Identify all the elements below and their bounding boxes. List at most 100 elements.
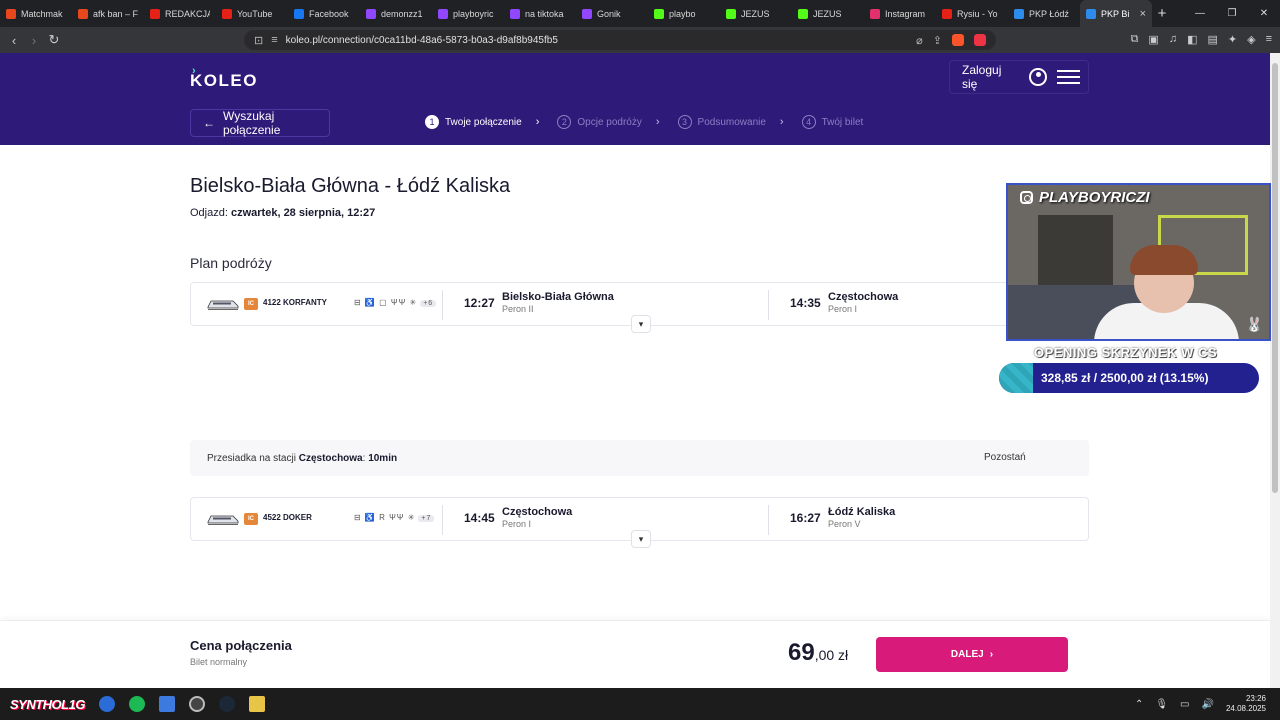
url-text[interactable]: koleo.pl/connection/c0ca11bd-48a6-5873-b… (286, 35, 558, 46)
synthol-logo[interactable]: SYNTHOL1G (10, 697, 85, 712)
step-label: Twój bilet (821, 116, 864, 128)
close-tab-icon[interactable]: × (1140, 8, 1146, 20)
user-icon (1028, 68, 1047, 86)
brave-rewards-icon[interactable] (974, 33, 986, 46)
obs-icon[interactable] (188, 696, 205, 712)
browser-tab[interactable]: afk ban – F (72, 0, 144, 27)
browser-icon[interactable] (98, 696, 115, 712)
forward-arrow-icon[interactable]: › (24, 33, 44, 48)
scrollbar-thumb[interactable] (1272, 63, 1278, 493)
maximize-icon[interactable]: ❐ (1216, 8, 1248, 19)
network-icon[interactable]: ▭ (1180, 699, 1189, 710)
expand-leg-button[interactable]: ▾ (631, 315, 651, 333)
train-icon (207, 515, 239, 525)
divider (768, 290, 769, 320)
browser-tab[interactable]: playboyric (432, 0, 504, 27)
screenshot-icon[interactable]: ▣ (1148, 33, 1158, 46)
amenities-icons: ⊟ ♿ R ΨΨ ✳ +7 (354, 513, 435, 522)
tab-favicon-icon (942, 8, 952, 19)
browser-tab[interactable]: na tiktoka (504, 0, 576, 27)
train-number: 4522 DOKER (263, 513, 312, 522)
browser-tab[interactable]: REDAKCJA (144, 0, 216, 27)
wallet-icon[interactable]: ▤ (1207, 33, 1217, 46)
clock[interactable]: 23:26 24.08.2025 (1226, 694, 1266, 714)
tab-favicon-icon (294, 8, 304, 19)
plan-title: Plan podróży (190, 255, 272, 271)
koleo-logo[interactable]: › KOLEO (190, 65, 258, 91)
new-tab-button[interactable]: + (1152, 5, 1172, 22)
transfer-duration: 10min (368, 452, 398, 464)
streamer-hair (1130, 245, 1198, 275)
ticket-type: Bilet normalny (190, 657, 248, 667)
minimize-icon[interactable]: — (1184, 8, 1216, 19)
browser-tab[interactable]: Rysiu - Yo (936, 0, 1008, 27)
browser-tab[interactable]: demonzz1 (360, 0, 432, 27)
departure-platform: Peron I (502, 519, 532, 529)
chevron-right-icon: › (989, 649, 994, 660)
transfer-station: Częstochowa (298, 452, 363, 464)
mic-icon[interactable]: 🎙 (1155, 699, 1168, 710)
browser-tab[interactable]: playbo (648, 0, 720, 27)
journey-leg: IC 4122 KORFANTY ⊟ ♿ ▢ ΨΨ ✳ +6 12:27 Biel… (190, 282, 1089, 333)
menu-icon[interactable]: ≡ (1266, 33, 1272, 46)
brave-shield-icon[interactable] (952, 33, 964, 46)
logo-chevron-icon: › (192, 65, 198, 77)
app-icon[interactable] (248, 696, 265, 712)
close-window-icon[interactable]: ✕ (1248, 8, 1280, 19)
browser-tab[interactable]: Instagram (864, 0, 936, 27)
search-connection-button[interactable]: ← Wyszukaj połączenie (190, 109, 330, 137)
step-label: Twoje połączenie (445, 116, 522, 128)
donation-goal-title: OPENING SKRZYNEK W CS (1034, 345, 1218, 360)
sidebar-icon[interactable]: ◧ (1187, 33, 1197, 46)
bookmark-icon[interactable]: ⊡ (254, 34, 263, 47)
chevron-up-icon[interactable]: ⌃ (1135, 699, 1143, 710)
transfer-prefix: Przesiadka na stacji (207, 452, 296, 464)
page-scrollbar[interactable] (1270, 53, 1280, 688)
step-number: 3 (677, 115, 692, 129)
tab-favicon-icon (150, 8, 160, 19)
hamburger-menu-icon[interactable] (1056, 70, 1080, 84)
more-amenities-badge[interactable]: +6 (420, 300, 437, 307)
browser-tab[interactable]: Gonik (576, 0, 648, 27)
url-field[interactable]: ⊡ ≡ koleo.pl/connection/c0ca11bd-48a6-58… (244, 30, 996, 50)
address-bar-row: ‹ › ↻ ⊡ ≡ koleo.pl/connection/c0ca11bd-4… (0, 27, 1280, 53)
back-arrow-icon[interactable]: ‹ (4, 33, 24, 48)
leo-ai-icon[interactable]: ✦ (1228, 33, 1237, 46)
page-title: Bielsko-Biała Główna - Łódź Kaliska (190, 175, 511, 197)
media-icon[interactable]: ♫ (1169, 33, 1177, 46)
browser-tab[interactable]: YouTube (216, 0, 288, 27)
expand-leg-button[interactable]: ▾ (631, 530, 651, 548)
extensions-icon[interactable]: ⧉ (1131, 33, 1139, 46)
browser-tab[interactable]: Matchmak (0, 0, 72, 27)
price-value: 69,00 zł (788, 639, 848, 667)
share-icon[interactable]: ⇪ (933, 34, 942, 47)
steam-icon[interactable] (218, 696, 235, 712)
instagram-icon (1020, 191, 1033, 204)
amenities-list: ⊟ ♿ ▢ ΨΨ ✳ (354, 298, 418, 307)
spotify-icon[interactable] (128, 696, 145, 712)
carrier-badge: IC (244, 513, 258, 525)
tab-favicon-icon (366, 8, 376, 19)
step-1: 1 Twoje połączenie (425, 115, 522, 129)
more-amenities-badge[interactable]: +7 (418, 515, 435, 522)
amenities-icons: ⊟ ♿ ▢ ΨΨ ✳ +6 (354, 298, 437, 307)
next-button[interactable]: DALEJ › (876, 637, 1068, 672)
reload-icon[interactable]: ↻ (44, 32, 64, 48)
site-info-icon[interactable]: ≡ (271, 34, 277, 46)
shields-off-icon[interactable]: ⌀ (916, 34, 923, 47)
tab-favicon-icon (78, 8, 88, 19)
browser-tab[interactable]: JEZUS (720, 0, 792, 27)
tab-label: playbo (669, 8, 696, 19)
volume-icon[interactable]: 🔊 (1202, 699, 1214, 710)
browser-tab[interactable]: PKP Łódź (1008, 0, 1080, 27)
browser-tab[interactable]: PKP Bi × (1080, 0, 1152, 27)
browser-tab[interactable]: Facebook (288, 0, 360, 27)
vpn-icon[interactable]: ◈ (1247, 33, 1255, 46)
arrow-left-icon: ← (203, 116, 215, 130)
site-header: › KOLEO Zaloguj się ← Wyszukaj połączeni… (0, 53, 1270, 145)
tab-favicon-icon (870, 8, 880, 19)
browser-tab[interactable]: JEZUS (792, 0, 864, 27)
login-button[interactable]: Zaloguj się (949, 60, 1089, 94)
calculator-icon[interactable] (158, 696, 175, 712)
departure-platform: Peron II (502, 304, 534, 314)
